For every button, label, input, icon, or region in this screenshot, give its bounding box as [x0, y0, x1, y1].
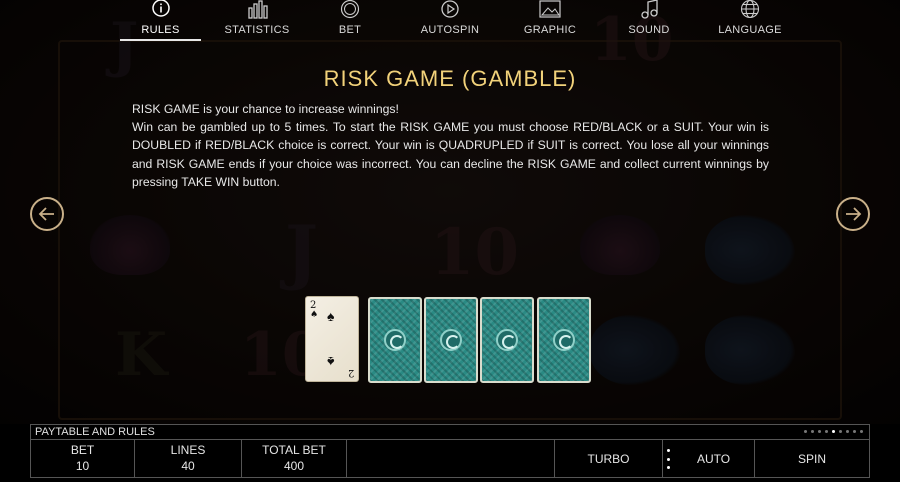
chip-icon [339, 0, 361, 20]
menu-tab-label: GRAPHIC [523, 24, 577, 36]
menu-tab-bet[interactable]: BET [326, 0, 374, 42]
rules-paragraph: Win can be gambled up to 5 times. To sta… [132, 120, 769, 189]
page-dot[interactable] [839, 430, 842, 433]
card-back-emblem [440, 329, 462, 351]
menu-tab-label: RULES [141, 24, 180, 36]
card-back-emblem [384, 329, 406, 351]
menu-tab-statistics[interactable]: STATISTICS [220, 0, 294, 42]
more-options-icon[interactable] [667, 449, 671, 469]
autospin-icon [439, 0, 461, 20]
face-down-card [537, 297, 591, 383]
arrow-right-icon [846, 207, 862, 221]
menu-tab-graphic[interactable]: GRAPHIC [518, 0, 582, 42]
lines-selector[interactable]: LINES 40 [135, 440, 242, 477]
page-dot[interactable] [818, 430, 821, 433]
page-dot[interactable] [804, 430, 807, 433]
previous-page-button[interactable] [30, 197, 64, 231]
page-dot[interactable] [811, 430, 814, 433]
bottom-control-bar: PAYTABLE AND RULES BET 10 LINES 40 TOTAL… [30, 424, 870, 478]
page-dots [804, 430, 863, 433]
rules-page-title: RISK GAME (GAMBLE) [323, 66, 577, 91]
face-down-card [480, 297, 534, 383]
lines-label: LINES [170, 443, 206, 457]
auto-button[interactable]: AUTO [673, 440, 755, 477]
card-back-emblem [553, 329, 575, 351]
total-bet-value: 400 [283, 459, 305, 473]
total-bet-label: TOTAL BET [262, 443, 326, 457]
card-pip: ♠ [327, 308, 335, 324]
face-down-card [368, 297, 422, 383]
menu-tab-rules[interactable]: RULES [120, 0, 201, 42]
page-dot[interactable] [825, 430, 828, 433]
menu-tab-sound[interactable]: SOUND [622, 0, 676, 42]
bet-selector[interactable]: BET 10 [31, 440, 135, 477]
card-pip: ♠ [327, 354, 335, 370]
page-dot-active[interactable] [832, 430, 835, 433]
bet-controls: BET 10 LINES 40 TOTAL BET 400 TURBO AUTO… [30, 440, 870, 478]
paytable-label: PAYTABLE AND RULES [35, 426, 155, 438]
bet-label: BET [70, 443, 95, 457]
next-page-button[interactable] [836, 197, 870, 231]
menu-tab-language[interactable]: LANGUAGE [710, 0, 790, 42]
menu-tab-autospin[interactable]: AUTOSPIN [415, 0, 485, 42]
card-rank: 2 [347, 367, 354, 378]
face-down-card [424, 297, 478, 383]
music-note-icon [638, 0, 660, 20]
menu-tab-label: BET [338, 24, 362, 36]
turbo-button[interactable]: TURBO [555, 440, 663, 477]
open-card: 2 ♠ ♠ ♠ 2 [305, 296, 359, 382]
paytable-bar[interactable]: PAYTABLE AND RULES [30, 424, 870, 440]
bet-value: 10 [75, 459, 90, 473]
page-dot[interactable] [860, 430, 863, 433]
rules-text: RISK GAME is your chance to increase win… [132, 100, 769, 191]
image-icon [539, 0, 561, 20]
bar-spacer [347, 440, 555, 477]
lines-value: 40 [181, 459, 195, 473]
page-dot[interactable] [853, 430, 856, 433]
menu-tab-label: AUTOSPIN [420, 24, 480, 36]
menu-tab-label: LANGUAGE [718, 24, 782, 36]
card-suit: ♠ [310, 310, 319, 320]
globe-icon [739, 0, 761, 20]
card-back-emblem [496, 329, 518, 351]
info-icon [150, 0, 172, 20]
page-dot[interactable] [846, 430, 849, 433]
rules-menu: RULES STATISTICS BET AUTOSPIN GRAPHIC SO… [0, 0, 900, 46]
active-tab-indicator [120, 39, 201, 41]
menu-tab-label: SOUND [628, 24, 670, 36]
arrow-left-icon [38, 207, 54, 221]
total-bet-display: TOTAL BET 400 [242, 440, 347, 477]
menu-tab-label: STATISTICS [224, 24, 290, 36]
bar-chart-icon [246, 0, 268, 20]
spin-button[interactable]: SPIN [755, 440, 869, 477]
rules-paragraph: RISK GAME is your chance to increase win… [132, 102, 399, 116]
